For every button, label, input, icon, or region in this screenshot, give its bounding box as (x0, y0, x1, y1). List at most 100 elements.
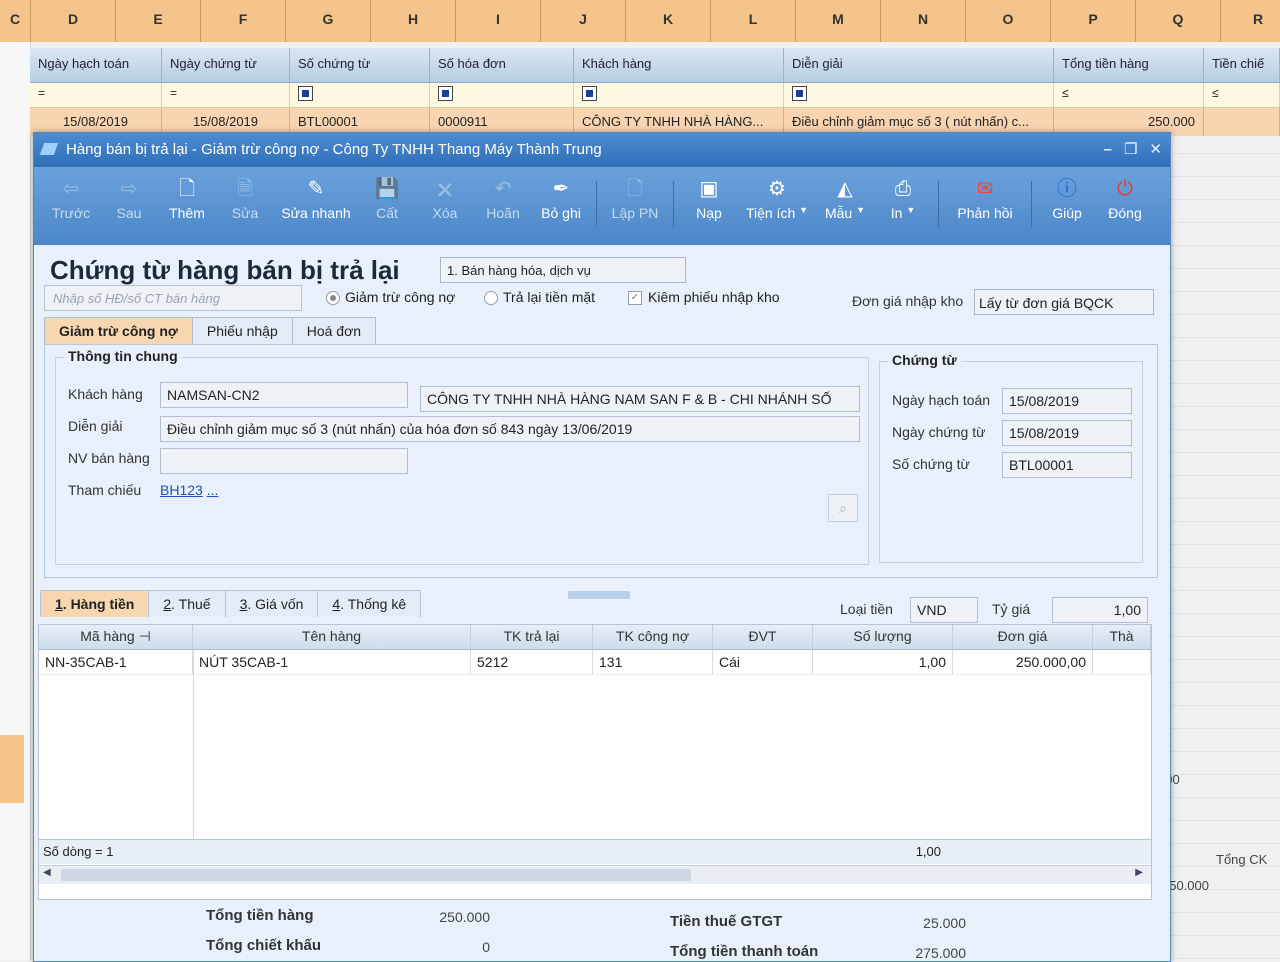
rate-field[interactable]: 1,00 (1052, 597, 1148, 623)
table-row[interactable]: NN-35CAB-1 NÚT 35CAB-1 5212 131 Cái 1,00… (39, 650, 1151, 675)
col-header[interactable]: H (371, 0, 456, 42)
scrollbar-thumb[interactable] (61, 869, 691, 881)
template-button[interactable]: ◭ Mẫu ▼ (816, 167, 874, 221)
close-button[interactable]: ⏻ Đóng (1096, 167, 1154, 221)
col-header[interactable]: N (881, 0, 966, 42)
doc-type-select[interactable]: 1. Bán hàng hóa, dịch vụ (440, 257, 686, 283)
col-header[interactable]: P (1051, 0, 1136, 42)
header-amount[interactable]: Thà (1093, 625, 1151, 649)
edit-button[interactable]: 🗎 Sửa (216, 167, 274, 221)
tab-reduce-debt[interactable]: Giảm trừ công nợ (44, 317, 193, 344)
lookup-button[interactable]: ⌕ (828, 494, 858, 522)
col-header[interactable]: Q (1136, 0, 1221, 42)
checkbox-inventory[interactable]: ✓ Kiêm phiếu nhập kho (628, 289, 780, 306)
customer-code-field[interactable]: NAMSAN-CN2 (160, 382, 408, 408)
filter-cell[interactable] (430, 83, 574, 107)
tab-invoice[interactable]: Hoá đơn (291, 317, 377, 344)
header-item-name[interactable]: Tên hàng (193, 625, 471, 649)
col-header[interactable]: E (116, 0, 201, 42)
next-button[interactable]: ⇨ Sau (100, 167, 158, 221)
feedback-button[interactable]: ✉ Phản hồi (945, 167, 1025, 221)
cell-item-name[interactable]: NÚT 35CAB-1 (193, 650, 471, 674)
header-debt-account[interactable]: TK công nợ (593, 625, 713, 649)
col-header[interactable]: C (0, 0, 31, 42)
add-button[interactable]: 🗋 Thêm (158, 167, 216, 221)
col-header[interactable]: R (1221, 0, 1280, 42)
col-header[interactable]: O (966, 0, 1051, 42)
doc-no-field[interactable]: BTL00001 (1002, 452, 1132, 478)
currency-select[interactable]: VND (910, 597, 978, 623)
col-header[interactable]: I (456, 0, 541, 42)
col-header[interactable]: J (541, 0, 626, 42)
col-header[interactable]: G (286, 0, 371, 42)
ledger-header-cell[interactable]: Ngày hạch toán (30, 48, 162, 82)
minimize-button[interactable]: – (1104, 133, 1112, 167)
ledger-header-cell[interactable]: Diễn giải (784, 48, 1054, 82)
cell-quantity[interactable]: 1,00 (813, 650, 953, 674)
undo-button[interactable]: ↶ Hoãn (474, 167, 532, 221)
utilities-button[interactable]: ⚙ Tiện ích ▼ (738, 167, 816, 221)
filter-operator[interactable]: ≤ (1204, 83, 1280, 107)
create-pn-button[interactable]: 🗋 Lập PN (603, 167, 667, 221)
horizontal-scrollbar[interactable]: ◀ ▶ (39, 865, 1151, 884)
header-item-code[interactable]: Mã hàng ⊣ (39, 625, 193, 649)
load-button[interactable]: ▣ Nạp (680, 167, 738, 221)
tab-tax[interactable]: 2. Thuế (148, 590, 226, 617)
help-button[interactable]: ⓘ Giúp (1038, 167, 1096, 221)
reference-link[interactable]: BH123 (160, 482, 203, 498)
col-header[interactable]: F (201, 0, 286, 42)
filter-cell[interactable] (784, 83, 1054, 107)
filter-cell[interactable] (290, 83, 430, 107)
ledger-header-cell[interactable]: Tiền chiế (1204, 48, 1280, 82)
tab-receipt[interactable]: Phiếu nhập (191, 317, 293, 344)
filter-operator[interactable]: = (30, 83, 162, 107)
col-header[interactable]: L (711, 0, 796, 42)
scroll-right-icon[interactable]: ▶ (1135, 867, 1143, 878)
tab-statistics[interactable]: 4. Thống kê (317, 590, 422, 617)
ledger-header-cell[interactable]: Ngày chứng từ (162, 48, 290, 82)
cell-unit-price[interactable]: 250.000,00 (953, 650, 1093, 674)
cell-return-account[interactable]: 5212 (471, 650, 593, 674)
maximize-button[interactable]: ❐ (1124, 133, 1137, 167)
unpost-button[interactable]: ✒ Bỏ ghi (532, 167, 590, 221)
window-titlebar[interactable]: Hàng bán bị trả lại - Giảm trừ công nợ -… (34, 133, 1170, 167)
col-header[interactable]: K (626, 0, 711, 42)
radio-reduce-debt[interactable]: Giảm trừ công nợ (326, 289, 455, 306)
header-unit[interactable]: ĐVT (713, 625, 813, 649)
radio-cash-refund[interactable]: Trả lại tiền mặt (484, 289, 595, 306)
filter-cell[interactable] (574, 83, 784, 107)
scroll-left-icon[interactable]: ◀ (43, 867, 51, 878)
cell-debt-account[interactable]: 131 (593, 650, 713, 674)
tab-goods-money[interactable]: 1. Hàng tiền (40, 590, 150, 617)
header-return-account[interactable]: TK trả lại (471, 625, 593, 649)
quick-edit-button[interactable]: ✎ Sửa nhanh (274, 167, 358, 221)
header-quantity[interactable]: Số lượng (813, 625, 953, 649)
filter-operator[interactable]: ≤ (1054, 83, 1204, 107)
tab-cost[interactable]: 3. Giá vốn (224, 590, 319, 617)
cell-unit[interactable]: Cái (713, 650, 813, 674)
price-select[interactable]: Lấy từ đơn giá BQCK (974, 289, 1154, 315)
print-button[interactable]: ⎙ In ▼ (874, 167, 932, 221)
close-window-button[interactable]: ✕ (1149, 133, 1162, 167)
ledger-header-cell[interactable]: Tổng tiền hàng (1054, 48, 1204, 82)
col-header[interactable]: D (31, 0, 116, 42)
salesperson-field[interactable] (160, 448, 408, 474)
header-unit-price[interactable]: Đơn giá (953, 625, 1093, 649)
doc-date-field[interactable]: 15/08/2019 (1002, 420, 1132, 446)
panel-splitter[interactable] (568, 591, 630, 599)
invoice-search-input[interactable]: Nhập số HĐ/số CT bán hàng (44, 285, 302, 311)
delete-button[interactable]: 🗙 Xóa (416, 167, 474, 221)
prev-button[interactable]: ⇦ Trước (42, 167, 100, 221)
cell-item-code[interactable]: NN-35CAB-1 (39, 650, 193, 674)
cell-amount[interactable] (1093, 650, 1151, 674)
ledger-header-cell[interactable]: Số hóa đơn (430, 48, 574, 82)
save-button[interactable]: 💾 Cất (358, 167, 416, 221)
reference-more-link[interactable]: ... (207, 482, 219, 498)
col-header[interactable]: M (796, 0, 881, 42)
filter-operator[interactable]: = (162, 83, 290, 107)
posting-date-field[interactable]: 15/08/2019 (1002, 388, 1132, 414)
ledger-header-cell[interactable]: Số chứng từ (290, 48, 430, 82)
description-field[interactable]: Điều chỉnh giảm mục số 3 (nút nhấn) của … (160, 416, 860, 442)
ledger-header-cell[interactable]: Khách hàng (574, 48, 784, 82)
customer-name-field[interactable]: CÔNG TY TNHH NHÀ HÀNG NAM SAN F & B - CH… (420, 386, 860, 412)
